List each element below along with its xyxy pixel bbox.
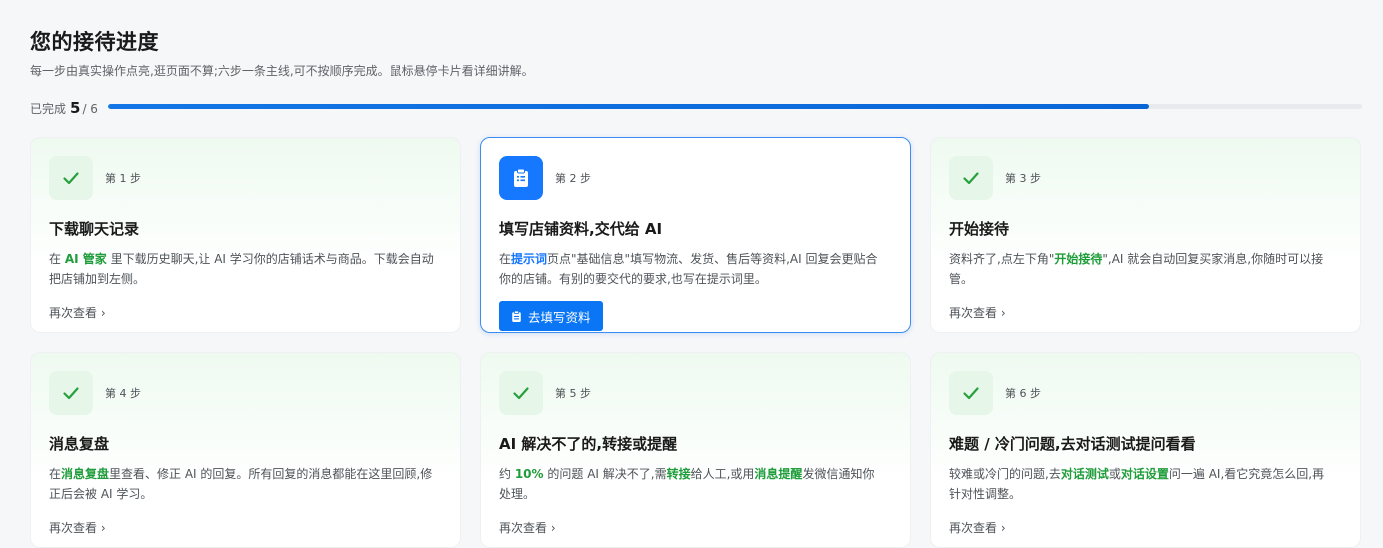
step-card-2[interactable]: 第 2 步填写店铺资料,交代给 AI 在提示词页点"基础信息"填写物流、发货、售后… [480,137,911,333]
step-card-3[interactable]: 第 3 步开始接待 资料齐了,点左下角"开始接待",AI 就会自动回复买家消息,你… [930,137,1361,333]
page-subtitle: 每一步由真实操作点亮,逛页面不算;六步一条主线,可不按顺序完成。鼠标悬停卡片看详… [30,64,534,78]
step-card-header: 第 5 步 [499,371,892,415]
check-icon [499,371,543,415]
check-icon [49,156,93,200]
view-again-link[interactable]: 再次查看 › [949,519,1006,536]
step-description: 在消息复盘里查看、修正 AI 的回复。所有回复的消息都能在这里回顾,修正后会被 … [49,464,442,504]
step-title: 消息复盘 [49,435,110,453]
highlight-link[interactable]: AI 管家 [65,252,107,266]
step-title: 填写店铺资料,交代给 AI [499,220,663,238]
step-card-header: 第 3 步 [949,156,1342,200]
description-text: 给人工,或用 [690,467,755,481]
progress-bar [108,104,1362,109]
view-again-link[interactable]: 再次查看 › [49,519,106,536]
progress-bar-fill [108,104,1149,109]
step-card-5[interactable]: 第 5 步 AI 解决不了的,转接或提醒约 10% 的问题 AI 解决不了,需转接… [480,352,911,548]
check-icon [949,371,993,415]
highlight-link[interactable]: 10% [515,467,544,481]
description-text: 在 [499,252,512,266]
step-card-header: 第 2 步 [499,156,892,200]
step-title: 下载聊天记录 [49,220,140,238]
description-text: 或 [1108,467,1121,481]
step-card-header: 第 4 步 [49,371,442,415]
description-text: 在 [49,467,62,481]
step-card-6[interactable]: 第 6 步难题 / 冷门问题,去对话测试提问看看较难或冷门的问题,去对话测试或对… [930,352,1361,548]
step-description: 在 AI 管家 里下载历史聊天,让 AI 学习你的店铺话术与商品。下载会自动把店… [49,249,442,289]
highlight-link[interactable]: 开始接待 [1054,252,1102,266]
step-card-1[interactable]: 第 1 步下载聊天记录在 AI 管家 里下载历史聊天,让 AI 学习你的店铺话术… [30,137,461,333]
step-card-header: 第 6 步 [949,371,1342,415]
step-number: 第 5 步 [555,387,591,400]
progress-total: / 6 [82,102,98,116]
step-card-header: 第 1 步 [49,156,442,200]
highlight-link[interactable]: 对话测试 [1061,467,1109,481]
highlight-link[interactable]: 消息提醒 [754,467,802,481]
description-text: 在 [49,252,65,266]
description-text: 页点"基础信息"填写物流、发货、售后等资料,AI 回复会更贴合你的店铺。有别的要… [499,252,878,286]
step-description: 约 10% 的问题 AI 解决不了,需转接给人工,或用消息提醒发微信通知你处理。 [499,464,892,504]
step-number: 第 1 步 [105,172,141,185]
step-number: 第 4 步 [105,387,141,400]
highlight-link[interactable]: 对话设置 [1121,467,1169,481]
progress-done-count: 5 [70,99,81,117]
step-title: 难题 / 冷门问题,去对话测试提问看看 [949,435,1196,453]
check-icon [49,371,93,415]
step-number: 第 3 步 [1005,172,1041,185]
description-text: 较难或冷门的问题,去 [949,467,1061,481]
step-title: AI 解决不了的,转接或提醒 [499,435,678,453]
step-number: 第 6 步 [1005,387,1041,400]
step-description: 在提示词页点"基础信息"填写物流、发货、售后等资料,AI 回复会更贴合你的店铺。… [499,249,892,289]
highlight-link[interactable]: 消息复盘 [61,467,109,481]
step-title: 开始接待 [949,220,1010,238]
progress-label-text: 已完成 [30,102,67,116]
clipboard-icon [511,310,522,323]
description-text: 资料齐了,点左下角" [949,252,1055,266]
description-text: 里下载历史聊天,让 AI 学习你的店铺话术与商品。下载会自动把店铺加到左侧。 [49,252,434,286]
view-again-link[interactable]: 再次查看 › [499,519,556,536]
step-number: 第 2 步 [555,172,591,185]
fill-info-button[interactable]: 去填写资料 [499,301,603,331]
view-again-link[interactable]: 再次查看 › [49,304,106,321]
description-text: 的问题 AI 解决不了,需 [543,467,667,481]
highlight-link[interactable]: 转接 [667,467,691,481]
description-text: 约 [499,467,515,481]
view-again-link[interactable]: 再次查看 › [949,304,1006,321]
step-description: 资料齐了,点左下角"开始接待",AI 就会自动回复买家消息,你随时可以接管。 [949,249,1342,289]
page-title: 您的接待进度 [30,30,159,54]
clipboard-icon [499,156,543,200]
fill-info-button-label: 去填写资料 [528,309,591,325]
check-icon [949,156,993,200]
step-description: 较难或冷门的问题,去对话测试或对话设置问一遍 AI,看它究竟怎么回,再针对性调整… [949,464,1342,504]
highlight-link[interactable]: 提示词 [511,252,547,266]
step-card-4[interactable]: 第 4 步消息复盘 在消息复盘里查看、修正 AI 的回复。所有回复的消息都能在这里… [30,352,461,548]
progress-label: 已完成 5/ 6 [30,99,98,117]
